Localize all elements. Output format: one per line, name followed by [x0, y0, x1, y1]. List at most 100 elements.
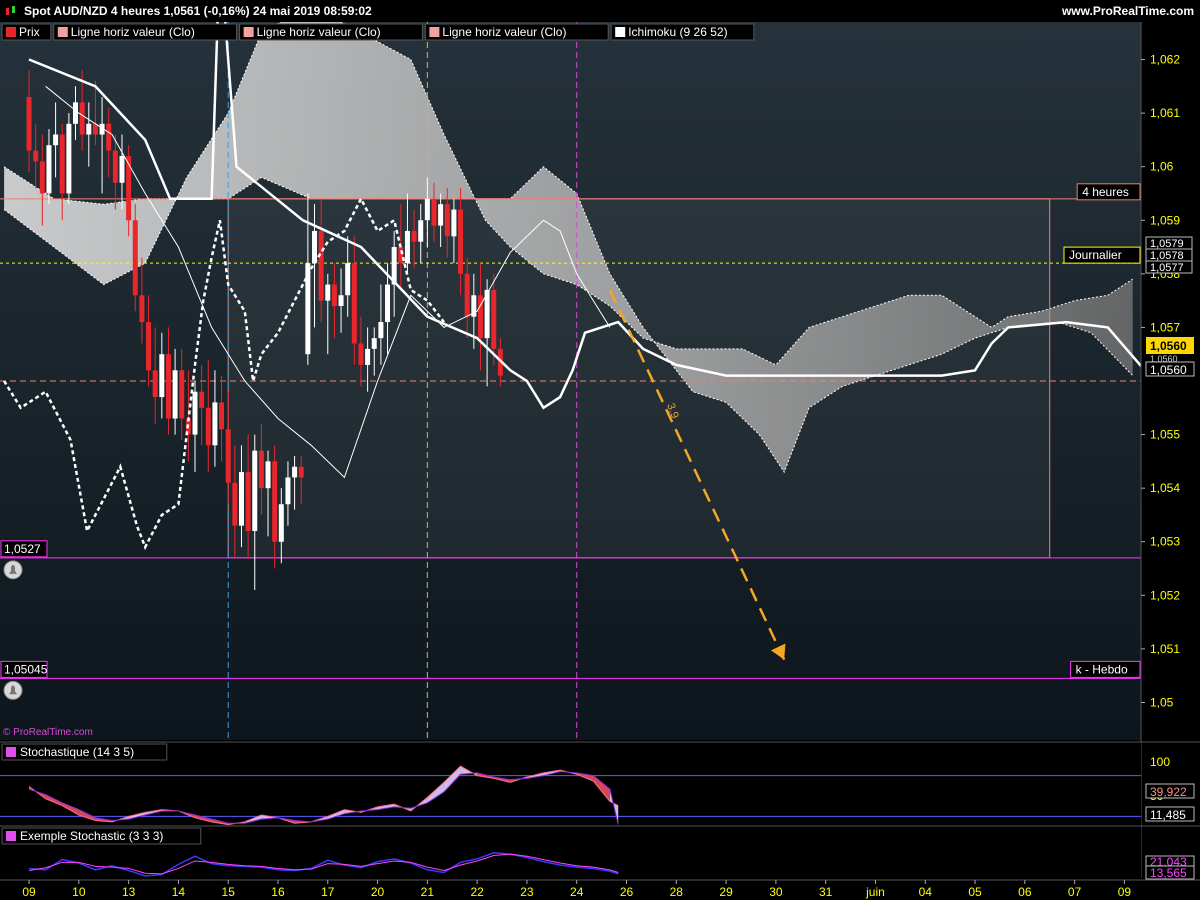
candle-up[interactable]: [86, 123, 92, 135]
chart-window: Spot AUD/NZD 4 heures 1,0561 (-0,16%) 24…: [0, 0, 1200, 900]
candle-up[interactable]: [438, 204, 444, 226]
candle-up[interactable]: [338, 295, 344, 306]
x-tick-label: 31: [819, 885, 833, 899]
candle-up[interactable]: [325, 284, 331, 301]
candle-down[interactable]: [232, 482, 238, 526]
candle-up[interactable]: [292, 466, 298, 478]
candle-down[interactable]: [199, 391, 205, 408]
candle-up[interactable]: [365, 348, 371, 365]
y-tick-label: 1,055: [1150, 428, 1180, 442]
candle-down[interactable]: [26, 97, 32, 151]
candle-down[interactable]: [112, 150, 118, 183]
candle-up[interactable]: [371, 338, 377, 349]
candle-down[interactable]: [411, 230, 417, 242]
candle-up[interactable]: [265, 461, 271, 489]
x-tick-label: 05: [968, 885, 982, 899]
x-tick-label: 26: [620, 885, 634, 899]
candle-down[interactable]: [318, 230, 324, 301]
candle-up[interactable]: [418, 220, 424, 242]
stochastique-y-tick: 100: [1150, 755, 1170, 769]
candle-down[interactable]: [219, 402, 225, 430]
x-tick-label: 10: [72, 885, 86, 899]
chart-svg[interactable]: 4 heures Journalier k - Hebdo 1,0527 1,05045…: [0, 22, 1200, 900]
x-tick-label: 15: [222, 885, 236, 899]
legend-label: Ligne horiz valeur (Clo): [257, 25, 381, 39]
x-tick-label: 28: [670, 885, 684, 899]
candle-down[interactable]: [272, 461, 278, 542]
candle-down[interactable]: [358, 343, 364, 365]
x-tick-label: 04: [919, 885, 933, 899]
site-link[interactable]: www.ProRealTime.com: [1062, 4, 1194, 18]
chart-title: Spot AUD/NZD 4 heures 1,0561 (-0,16%) 24…: [24, 4, 372, 18]
candle-down[interactable]: [33, 150, 39, 162]
exemple-stochastic-swatch: [6, 831, 16, 841]
candle-down[interactable]: [225, 429, 231, 483]
candle-up[interactable]: [424, 198, 430, 221]
candle-up[interactable]: [159, 354, 165, 398]
candle-down[interactable]: [491, 289, 497, 349]
candle-down[interactable]: [331, 284, 337, 306]
x-tick-label: 22: [470, 885, 484, 899]
candle-up[interactable]: [46, 145, 52, 194]
candle-down[interactable]: [464, 273, 470, 317]
x-tick-label: 21: [421, 885, 435, 899]
candle-up[interactable]: [53, 134, 59, 146]
candle-up[interactable]: [238, 472, 244, 526]
candle-up[interactable]: [192, 391, 198, 435]
candle-up[interactable]: [119, 155, 125, 183]
candle-up[interactable]: [212, 402, 218, 446]
x-tick-label: 30: [769, 885, 783, 899]
candle-up[interactable]: [172, 370, 178, 419]
legend-label: Ichimoku (9 26 52): [628, 25, 727, 39]
candle-down[interactable]: [245, 472, 251, 532]
candle-down[interactable]: [431, 198, 437, 226]
candle-down[interactable]: [139, 295, 145, 323]
candle-up[interactable]: [305, 263, 311, 355]
y-tick-label: 1,054: [1150, 481, 1180, 495]
candle-down[interactable]: [39, 161, 45, 194]
candle-down[interactable]: [444, 204, 450, 237]
candle-down[interactable]: [351, 263, 357, 344]
x-tick-label: juin: [865, 885, 885, 899]
candle-up[interactable]: [385, 284, 391, 323]
range-rectangle[interactable]: [227, 198, 1051, 559]
candle-down[interactable]: [258, 450, 264, 489]
legend-label: Prix: [19, 25, 40, 39]
candle-down[interactable]: [298, 466, 304, 478]
candle-up[interactable]: [285, 477, 291, 505]
candle-down[interactable]: [458, 209, 464, 274]
candle-up[interactable]: [451, 209, 457, 237]
candle-down[interactable]: [106, 123, 112, 151]
candle-down[interactable]: [152, 370, 158, 398]
candle-down[interactable]: [165, 354, 171, 419]
candle-up[interactable]: [312, 230, 318, 264]
candle-up[interactable]: [378, 322, 384, 339]
y-tick-label: 1,061: [1150, 106, 1180, 120]
candle-up[interactable]: [66, 123, 72, 194]
stoch-value: 11,485: [1150, 808, 1186, 822]
legend-swatch: [243, 27, 254, 37]
x-tick-label: 13: [122, 885, 136, 899]
candle-up[interactable]: [252, 450, 258, 532]
y-tick-label: 1,052: [1150, 588, 1180, 602]
candle-up[interactable]: [73, 102, 79, 124]
level-label-journalier: Journalier: [1069, 248, 1122, 262]
candle-down[interactable]: [398, 247, 404, 264]
candle-down[interactable]: [126, 155, 132, 221]
candle-down[interactable]: [59, 134, 65, 194]
left-level-label: 1,05045: [4, 662, 48, 676]
x-tick-label: 14: [172, 885, 186, 899]
candle-down[interactable]: [179, 370, 185, 419]
x-tick-label: 07: [1068, 885, 1082, 899]
candle-up[interactable]: [278, 504, 284, 542]
level-label-hebdo: k - Hebdo: [1076, 662, 1128, 676]
candle-up[interactable]: [345, 263, 351, 296]
price-label: 1,0579: [1150, 238, 1184, 250]
candle-down[interactable]: [146, 322, 152, 371]
candle-down[interactable]: [205, 407, 211, 446]
legend-swatch: [615, 27, 626, 37]
candle-up[interactable]: [404, 230, 410, 264]
x-tick-label: 29: [719, 885, 733, 899]
candle-down[interactable]: [79, 102, 85, 135]
candle-down[interactable]: [132, 220, 138, 296]
